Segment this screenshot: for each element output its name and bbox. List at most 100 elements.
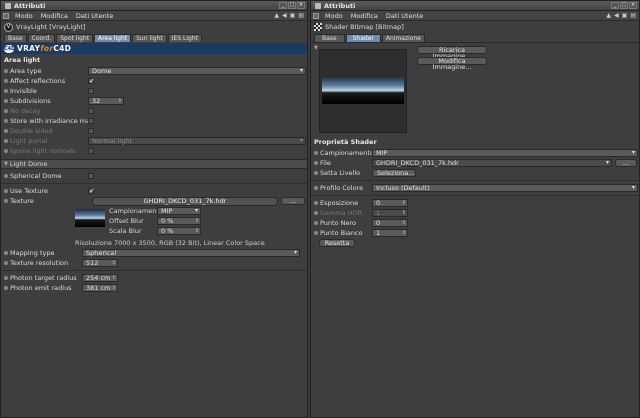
panel-menu-icon[interactable] [3, 12, 9, 19]
animation-dot-icon[interactable] [4, 276, 8, 280]
menu-modo[interactable]: Modo [321, 12, 347, 20]
punto-bianco-label: Punto Bianco [320, 229, 363, 237]
ignore-normals-checkbox[interactable] [88, 148, 94, 154]
file-path-field[interactable]: GHDRI_DKCD_031_7k.hdr [372, 159, 612, 167]
close-icon[interactable]: × [629, 2, 637, 9]
left-menubar: Modo Modifica Dati Utente ▲ ◀ ▣ ▤ [1, 11, 307, 21]
nav-lock-icon[interactable]: ▣ [622, 12, 628, 19]
nav-new-icon[interactable]: ▤ [630, 12, 636, 19]
animation-dot-icon[interactable] [4, 129, 8, 133]
light-portal-dropdown[interactable]: Normal light [88, 137, 306, 145]
menu-dati-utente[interactable]: Dati Utente [72, 12, 117, 20]
animation-dot-icon[interactable] [4, 189, 8, 193]
tab-base[interactable]: Base [314, 34, 345, 42]
animation-dot-icon[interactable] [314, 231, 318, 235]
setta-livello-label: Setta Livello [320, 169, 361, 177]
animation-dot-icon[interactable] [4, 286, 8, 290]
resetta-button[interactable]: Resetta [319, 239, 355, 247]
animation-dot-icon[interactable] [4, 119, 8, 123]
minimize-icon[interactable]: _ [279, 2, 287, 9]
close-icon[interactable]: × [297, 2, 305, 9]
tab-area-light[interactable]: Area light [94, 34, 132, 42]
mapping-type-dropdown[interactable]: Spherical [82, 249, 300, 257]
reload-image-button[interactable]: Ricarica Immagine... [417, 46, 487, 59]
maximize-icon[interactable]: □ [620, 2, 628, 9]
texture-browse-button[interactable]: ... [281, 197, 305, 205]
panel-menu-icon[interactable] [313, 12, 319, 19]
tab-coord[interactable]: Coord. [27, 34, 56, 42]
gamma-hdr-label: Gamma HDR [320, 209, 363, 217]
punto-nero-field[interactable]: 0 [372, 219, 408, 227]
photon-emit-field[interactable]: 381 cm [82, 284, 118, 292]
texture-file-field[interactable]: GHDRI_DKCD_031_7k.hdr [92, 196, 278, 206]
gamma-hdr-row: Gamma HDR 1 [311, 208, 639, 218]
vray-light-icon: V [4, 22, 13, 32]
animation-dot-icon[interactable] [4, 251, 8, 255]
animation-dot-icon[interactable] [314, 151, 318, 155]
tab-shader[interactable]: Shader [345, 34, 381, 42]
animation-dot-icon[interactable] [4, 99, 8, 103]
campionamento-dropdown[interactable]: MIP [372, 149, 638, 157]
texture-resolution-field[interactable]: 512 [82, 259, 118, 267]
animation-dot-icon[interactable] [4, 139, 8, 143]
tab-sun-light[interactable]: Sun light [132, 34, 167, 42]
animation-dot-icon[interactable] [4, 79, 8, 83]
tab-animazione[interactable]: Animazione [381, 34, 425, 42]
animation-dot-icon[interactable] [4, 199, 8, 203]
animation-dot-icon[interactable] [314, 186, 318, 190]
animation-dot-icon[interactable] [314, 221, 318, 225]
esposizione-label: Esposizione [320, 199, 359, 207]
animation-dot-icon[interactable] [4, 69, 8, 73]
tab-base[interactable]: Base [4, 34, 27, 42]
photon-target-field[interactable]: 254 cm [82, 274, 118, 282]
menu-dati-utente[interactable]: Dati Utente [382, 12, 427, 20]
chevron-down-icon[interactable]: ▼ [314, 45, 318, 51]
subdivisions-row: Subdivisions 32 [1, 96, 307, 106]
offset-blur-field[interactable]: 0 % [157, 216, 201, 225]
store-irradiance-checkbox[interactable] [88, 118, 94, 124]
animation-dot-icon[interactable] [4, 149, 8, 153]
animation-dot-icon[interactable] [4, 174, 8, 178]
campionamento-dropdown[interactable]: MIP [157, 206, 201, 215]
profilo-colore-dropdown[interactable]: Incluso (Default) [372, 184, 638, 192]
nav-back-icon[interactable]: ◀ [614, 12, 619, 19]
gamma-hdr-field[interactable]: 1 [372, 209, 408, 217]
punto-bianco-field[interactable]: 1 [372, 229, 408, 237]
use-texture-checkbox[interactable]: ✓ [88, 188, 95, 195]
nav-new-icon[interactable]: ▤ [298, 12, 304, 19]
animation-dot-icon[interactable] [4, 109, 8, 113]
menu-modo[interactable]: Modo [11, 12, 37, 20]
nav-up-icon[interactable]: ▲ [606, 12, 611, 19]
double-sided-checkbox[interactable] [88, 128, 94, 134]
no-decay-checkbox[interactable] [88, 108, 94, 114]
nav-arrows: ▲ ◀ ▣ ▤ [606, 12, 636, 19]
photon-emit-row: Photon emit radius 381 cm [1, 283, 307, 293]
seleziona-button[interactable]: Seleziona... [372, 169, 416, 177]
menu-modifica[interactable]: Modifica [37, 12, 72, 20]
area-type-dropdown[interactable]: Dome [88, 67, 306, 75]
file-browse-button[interactable]: ... [615, 159, 637, 167]
animation-dot-icon[interactable] [314, 171, 318, 175]
nav-up-icon[interactable]: ▲ [274, 12, 279, 19]
menu-modifica[interactable]: Modifica [347, 12, 382, 20]
animation-dot-icon[interactable] [314, 211, 318, 215]
animation-dot-icon[interactable] [4, 261, 8, 265]
subdivisions-field[interactable]: 32 [88, 97, 124, 105]
minimize-icon[interactable]: _ [611, 2, 619, 9]
nav-lock-icon[interactable]: ▣ [290, 12, 296, 19]
animation-dot-icon[interactable] [4, 89, 8, 93]
nav-back-icon[interactable]: ◀ [282, 12, 287, 19]
light-dome-group-header[interactable]: ▼ Light Dome [1, 159, 307, 169]
tab-ies-light[interactable]: IES Light [167, 34, 202, 42]
maximize-icon[interactable]: □ [288, 2, 296, 9]
animation-dot-icon[interactable] [314, 201, 318, 205]
setta-livello-row: Setta Livello Seleziona... [311, 168, 639, 178]
spherical-dome-checkbox[interactable] [88, 173, 94, 179]
edit-image-button[interactable]: Modifica Immagine... [417, 57, 487, 70]
animation-dot-icon[interactable] [314, 161, 318, 165]
invisible-checkbox[interactable] [88, 88, 94, 94]
scala-blur-field[interactable]: 0 % [157, 226, 201, 235]
affect-reflections-checkbox[interactable]: ✓ [88, 78, 95, 85]
esposizione-field[interactable]: 0 [372, 199, 408, 207]
tab-spot-light[interactable]: Spot light [56, 34, 94, 42]
